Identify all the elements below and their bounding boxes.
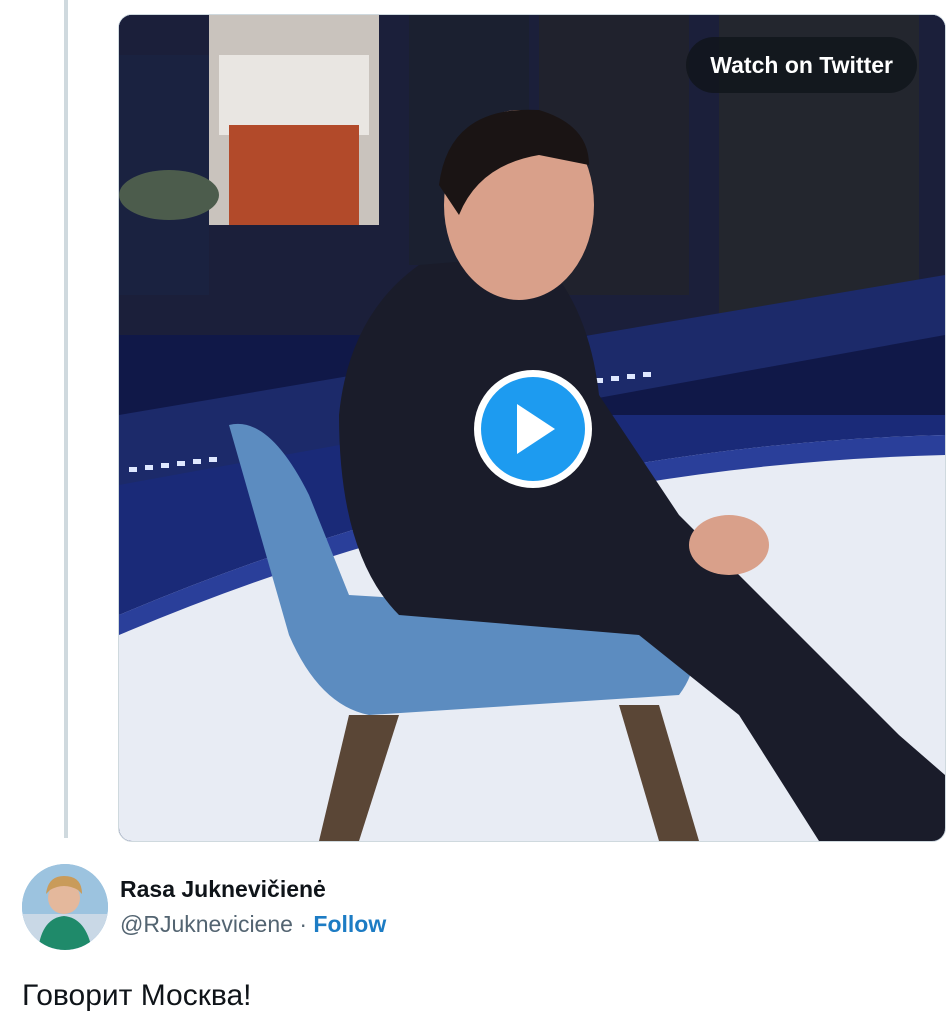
tweet-author: Rasa Juknevičienė @RJukneviciene · Follo…	[22, 862, 386, 952]
author-names: Rasa Juknevičienė @RJukneviciene · Follo…	[120, 874, 386, 940]
play-button-circle	[481, 377, 585, 481]
handle-row: @RJukneviciene · Follow	[120, 908, 386, 940]
video-player[interactable]: Watch on Twitter	[118, 14, 946, 842]
avatar[interactable]	[22, 864, 108, 950]
thread-connector-line	[64, 0, 68, 838]
follow-button[interactable]: Follow	[313, 911, 386, 937]
watch-on-twitter-label: Watch on Twitter	[710, 51, 893, 78]
watch-on-twitter-button[interactable]: Watch on Twitter	[686, 37, 917, 93]
handle[interactable]: @RJukneviciene	[120, 911, 293, 937]
avatar-image	[22, 864, 108, 950]
play-icon	[517, 404, 555, 454]
separator: ·	[299, 911, 314, 937]
tweet-text: Говорит Москва!	[22, 979, 252, 1012]
display-name[interactable]: Rasa Juknevičienė	[120, 874, 386, 904]
play-button[interactable]	[474, 370, 592, 488]
